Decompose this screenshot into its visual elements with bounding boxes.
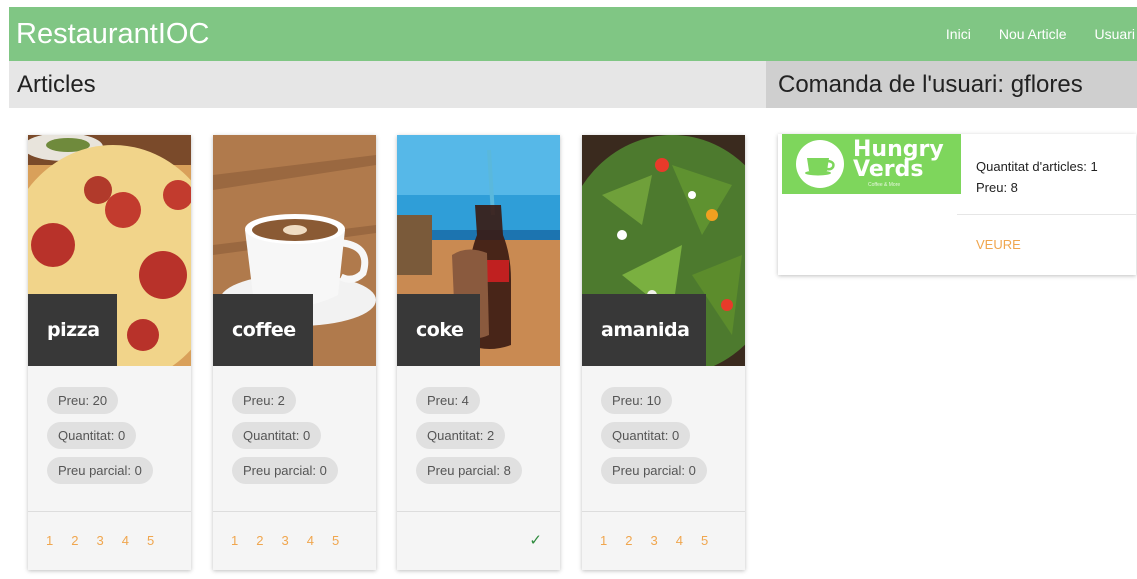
logo-subtitle: Coffee & More (868, 182, 901, 188)
order-price: Preu: 8 (976, 180, 1018, 195)
quantity-option-1[interactable]: 1 (46, 533, 53, 548)
article-chips: Preu: 2 Quantitat: 0 Preu parcial: 0 (232, 387, 338, 492)
coffee-image: coffee (213, 135, 376, 366)
partial-price-chip: Preu parcial: 0 (232, 457, 338, 484)
coke-image: coke (397, 135, 560, 366)
quantity-option-2[interactable]: 2 (625, 533, 632, 548)
quantity-option-5[interactable]: 5 (332, 533, 339, 548)
logo-line-2: Verds (853, 157, 924, 182)
order-item-count: Quantitat d'articles: 1 (976, 159, 1098, 174)
articles-title: Articles (17, 70, 96, 98)
quantity-chip: Quantitat: 0 (47, 422, 137, 449)
partial-price-chip: Preu parcial: 8 (416, 457, 522, 484)
quantity-option-3[interactable]: 3 (96, 533, 103, 548)
order-title: Comanda de l'usuari: gflores (778, 70, 1083, 98)
top-navbar: RestaurantIOC Inici Nou Article Usuari (9, 7, 1137, 61)
nav-nou-article[interactable]: Nou Article (999, 26, 1067, 42)
article-card-amanida: amanida Preu: 10 Quantitat: 0 Preu parci… (582, 135, 745, 570)
article-chips: Preu: 20 Quantitat: 0 Preu parcial: 0 (47, 387, 153, 492)
quantity-chip: Quantitat: 0 (601, 422, 691, 449)
nav-inici[interactable]: Inici (946, 26, 971, 42)
article-name-box: coffee (213, 294, 313, 366)
check-icon[interactable]: ✓ (529, 531, 542, 549)
quantity-option-3[interactable]: 3 (650, 533, 657, 548)
quantity-option-2[interactable]: 2 (71, 533, 78, 548)
quantity-chip: Quantitat: 2 (416, 422, 506, 449)
quantity-option-1[interactable]: 1 (231, 533, 238, 548)
article-name: amanida (601, 319, 690, 341)
order-card: Hungry Verds Coffee & More Quantitat d'a… (778, 134, 1136, 275)
view-order-link[interactable]: VEURE (976, 237, 1021, 252)
article-name: pizza (47, 319, 100, 341)
quantity-option-3[interactable]: 3 (281, 533, 288, 548)
article-name-box: coke (397, 294, 481, 366)
article-name-box: amanida (582, 294, 707, 366)
order-header: Comanda de l'usuari: gflores (766, 61, 1137, 108)
quantity-option-2[interactable]: 2 (256, 533, 263, 548)
amanida-image: amanida (582, 135, 745, 366)
article-chips: Preu: 10 Quantitat: 0 Preu parcial: 0 (601, 387, 707, 492)
quantity-selector: 1 2 3 4 5 (600, 533, 726, 548)
nav-links: Inici Nou Article Usuari (918, 26, 1137, 42)
hungry-verds-logo: Hungry Verds Coffee & More (782, 134, 961, 194)
order-divider (957, 214, 1136, 215)
card-divider (397, 511, 560, 512)
quantity-selector: 1 2 3 4 5 (46, 533, 172, 548)
article-name: coke (416, 319, 464, 341)
quantity-selector: 1 2 3 4 5 (231, 533, 357, 548)
partial-price-chip: Preu parcial: 0 (47, 457, 153, 484)
article-chips: Preu: 4 Quantitat: 2 Preu parcial: 8 (416, 387, 522, 492)
quantity-option-5[interactable]: 5 (147, 533, 154, 548)
price-chip: Preu: 10 (601, 387, 673, 414)
order-info: Quantitat d'articles: 1 Preu: 8 (976, 156, 1098, 198)
article-card-pizza: pizza Preu: 20 Quantitat: 0 Preu parcial… (28, 135, 191, 570)
article-card-coffee: coffee Preu: 2 Quantitat: 0 Preu parcial… (213, 135, 376, 570)
quantity-option-1[interactable]: 1 (600, 533, 607, 548)
article-card-coke: coke Preu: 4 Quantitat: 2 Preu parcial: … (397, 135, 560, 570)
quantity-option-4[interactable]: 4 (307, 533, 314, 548)
price-chip: Preu: 2 (232, 387, 296, 414)
article-name-box: pizza (28, 294, 117, 366)
card-divider (582, 511, 745, 512)
app-title[interactable]: RestaurantIOC (16, 18, 209, 51)
price-chip: Preu: 20 (47, 387, 119, 414)
card-divider (213, 511, 376, 512)
articles-header: Articles (9, 61, 766, 108)
quantity-option-4[interactable]: 4 (676, 533, 683, 548)
quantity-option-5[interactable]: 5 (701, 533, 708, 548)
card-divider (28, 511, 191, 512)
partial-price-chip: Preu parcial: 0 (601, 457, 707, 484)
quantity-chip: Quantitat: 0 (232, 422, 322, 449)
coffee-cup-icon (796, 140, 844, 188)
pizza-image: pizza (28, 135, 191, 366)
nav-usuari[interactable]: Usuari (1095, 26, 1135, 42)
article-name: coffee (232, 319, 296, 341)
quantity-option-4[interactable]: 4 (122, 533, 129, 548)
price-chip: Preu: 4 (416, 387, 480, 414)
